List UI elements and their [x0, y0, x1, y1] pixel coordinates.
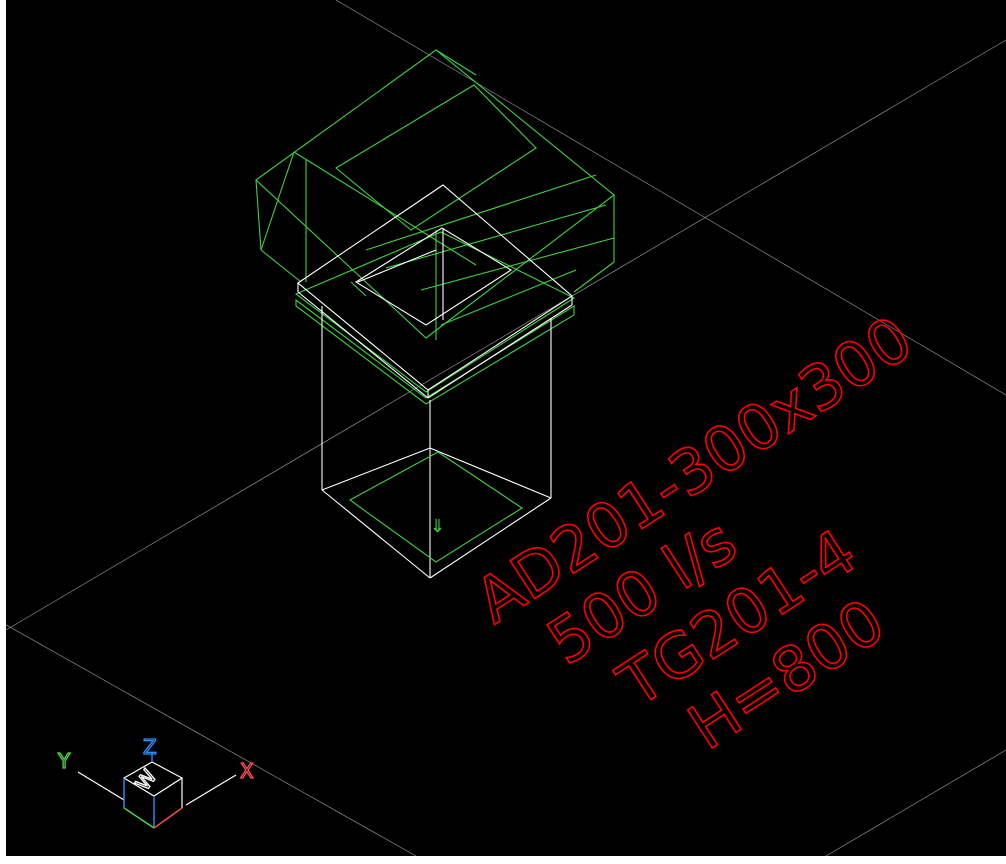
- duct-bottom-edge: [321, 447, 431, 491]
- drawing-canvas: ⇓ AD201-300x300 500 l/s TG201-4 H=800 Y …: [6, 0, 1006, 856]
- collar-edge: [427, 304, 573, 399]
- ucs-cube-edge: [123, 807, 155, 829]
- construction-lines: [6, 0, 1006, 856]
- ucs-y-axis-line: [77, 771, 125, 801]
- collar-inner-opening: [354, 227, 513, 326]
- plenum-top-face: [255, 49, 615, 339]
- ucs-w-label: W: [130, 765, 161, 795]
- plenum-edge: [365, 174, 597, 251]
- construction-line: [825, 749, 1006, 856]
- ucs-y-label: Y: [57, 749, 71, 773]
- ucs-x-label: X: [240, 759, 254, 783]
- plenum-edge: [260, 151, 295, 251]
- duct-bottom-edge: [429, 447, 552, 499]
- ucs-cube-edge: [153, 807, 183, 829]
- plenum-edge: [573, 261, 615, 293]
- annotation-block: AD201-300x300 500 l/s TG201-4 H=800: [462, 301, 926, 765]
- plenum-edge: [420, 237, 615, 291]
- construction-line: [6, 624, 417, 856]
- ucs-z-label: Z: [143, 735, 157, 759]
- ucs-icon: Y Z X W: [56, 734, 255, 829]
- flow-direction-arrow: ⇓: [430, 516, 445, 537]
- cad-model-viewport[interactable]: ⇓ AD201-300x300 500 l/s TG201-4 H=800 Y …: [6, 0, 1006, 856]
- collar-top-frame: [297, 184, 573, 391]
- plenum-box-geometry: [255, 49, 615, 405]
- collar-edge: [297, 291, 429, 399]
- ucs-x-axis-line: [185, 774, 237, 806]
- plenum-edge: [385, 204, 607, 269]
- collar-edge: [357, 249, 437, 283]
- plenum-edge: [255, 179, 262, 251]
- plenum-edge: [260, 249, 302, 283]
- duct-bottom-edge: [321, 489, 431, 579]
